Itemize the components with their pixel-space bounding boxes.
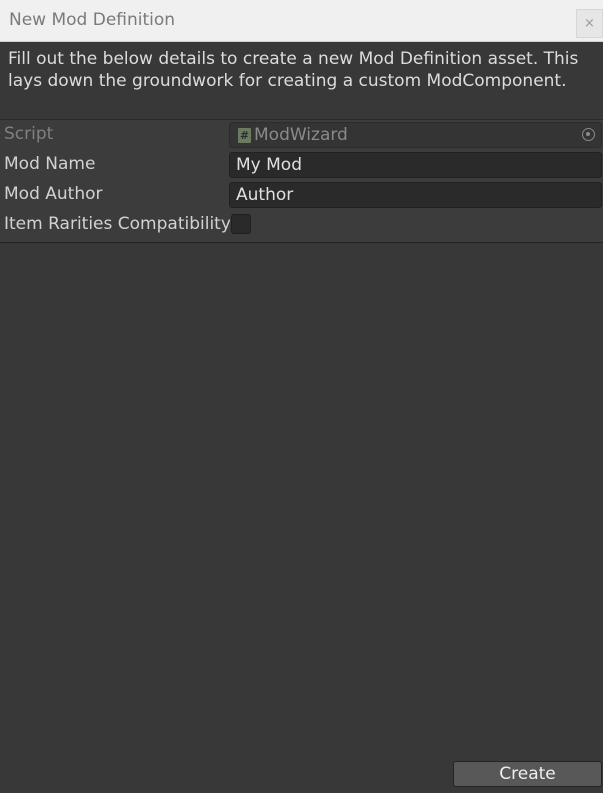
mod-name-input[interactable]: My Mod (229, 152, 602, 178)
mod-author-row: Mod Author Author (0, 180, 603, 210)
item-rarities-checkbox[interactable] (231, 214, 251, 234)
mod-name-value: My Mod (236, 155, 302, 175)
script-label: Script (4, 124, 54, 144)
description-text: Fill out the below details to create a n… (8, 49, 579, 91)
inspector-panel: Script # ModWizard Mod Name My Mod Mod A… (0, 119, 603, 243)
close-icon: × (584, 16, 595, 31)
script-field[interactable]: # ModWizard (229, 122, 602, 148)
mod-name-label: Mod Name (4, 154, 96, 174)
script-row: Script # ModWizard (0, 120, 603, 150)
script-value: ModWizard (254, 125, 348, 145)
item-rarities-label: Item Rarities Compatibility (4, 214, 230, 234)
close-button[interactable]: × (576, 9, 603, 38)
mod-name-row: Mod Name My Mod (0, 150, 603, 180)
mod-author-input[interactable]: Author (229, 182, 602, 208)
script-file-icon: # (238, 128, 251, 143)
window-title: New Mod Definition (9, 10, 176, 30)
mod-author-label: Mod Author (4, 184, 103, 204)
create-button[interactable]: Create (453, 761, 602, 787)
object-picker-icon[interactable] (582, 128, 595, 141)
title-bar[interactable]: New Mod Definition × (0, 0, 603, 42)
item-rarities-row: Item Rarities Compatibility (0, 210, 603, 240)
mod-definition-window: New Mod Definition × Fill out the below … (0, 0, 603, 793)
mod-author-value: Author (236, 185, 294, 205)
